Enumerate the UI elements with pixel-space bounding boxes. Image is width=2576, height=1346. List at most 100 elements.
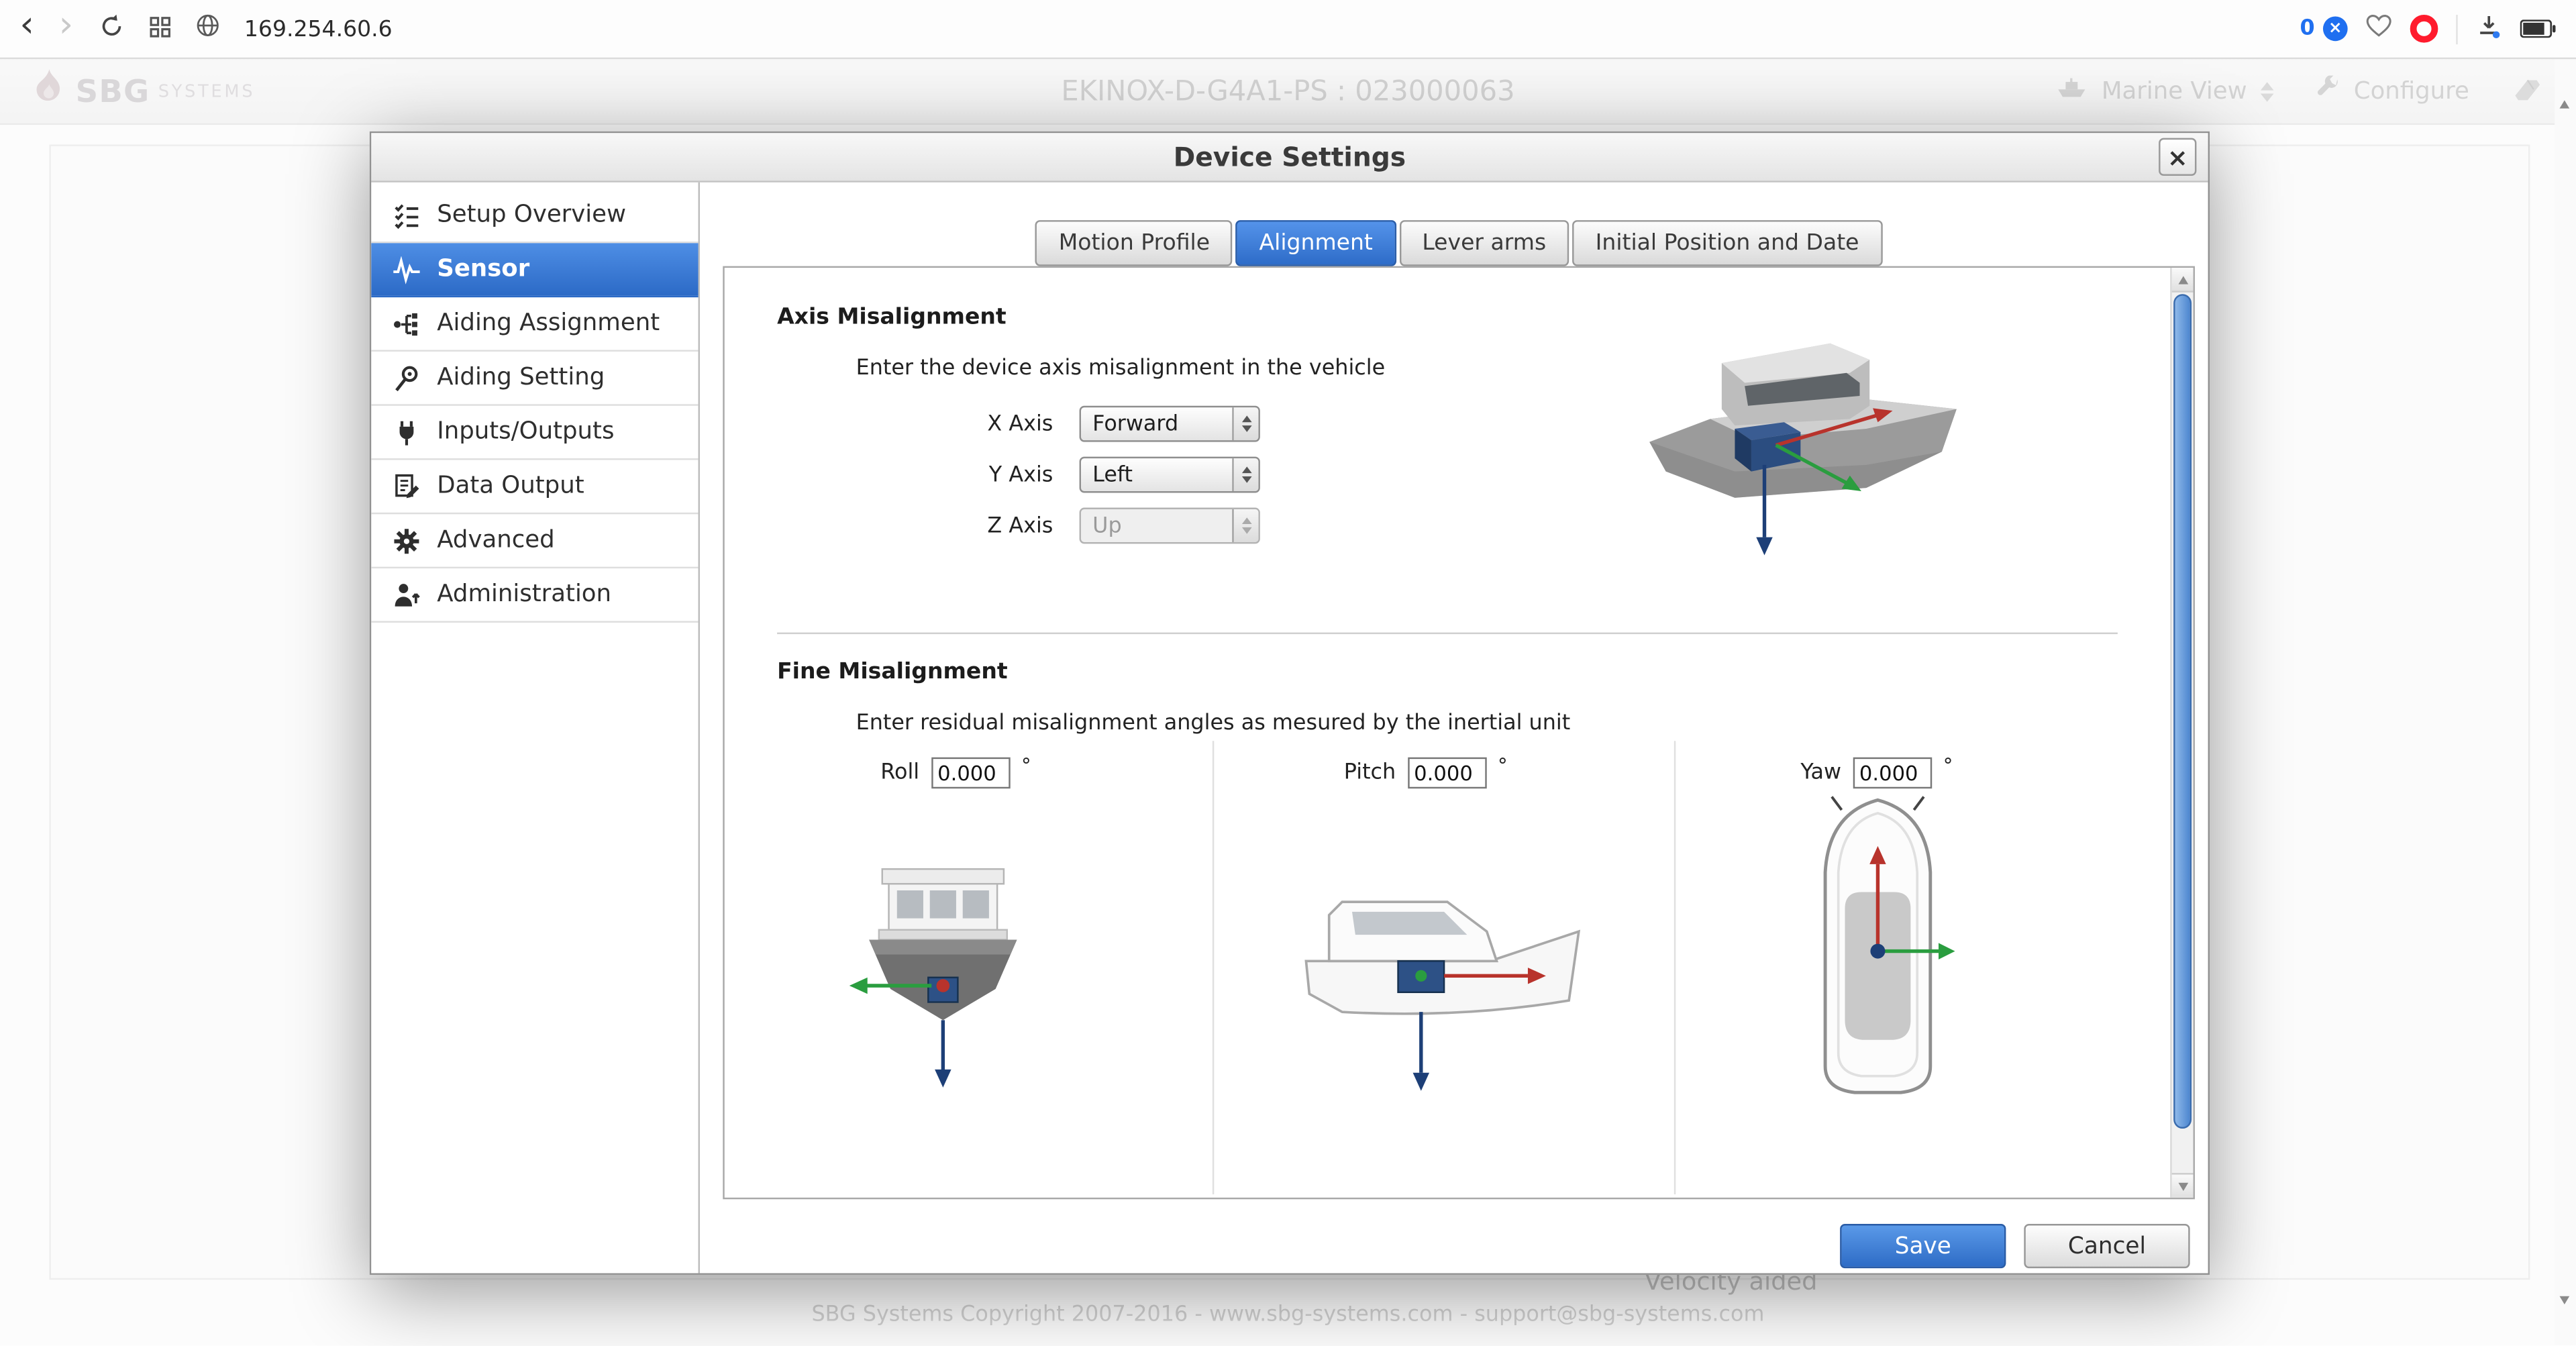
scroll-up-icon[interactable] — [2172, 268, 2194, 293]
sidebar-item-setup-overview[interactable]: Setup Overview — [371, 189, 698, 244]
sidebar-item-label: Aiding Setting — [437, 365, 605, 391]
globe-icon — [195, 13, 219, 45]
sidebar-item-label: Setup Overview — [437, 202, 626, 228]
close-button[interactable]: × — [2159, 138, 2196, 176]
yaw-unit: ° — [1943, 754, 1953, 777]
dialog-actions: Save Cancel — [723, 1224, 2195, 1268]
sidebar-item-aiding-setting[interactable]: Aiding Setting — [371, 352, 698, 406]
tab-initial-position-and-date[interactable]: Initial Position and Date — [1572, 220, 1882, 266]
pitch-field: Pitch ° — [1344, 758, 1508, 789]
sidebar-item-sensor[interactable]: Sensor — [371, 243, 698, 297]
branch-icon — [389, 310, 422, 338]
boat-front-view — [836, 846, 1049, 1099]
fine-misalignment-instruction: Enter residual misalignment angles as me… — [856, 711, 1571, 736]
dialog-titlebar: Device Settings × — [371, 133, 2208, 182]
waveform-icon — [389, 256, 422, 284]
boat-side-view — [1296, 856, 1592, 1109]
boat-top-view — [1796, 790, 1960, 1117]
plug-icon — [389, 418, 422, 446]
sidebar-item-advanced[interactable]: Advanced — [371, 514, 698, 568]
document-edit-icon — [389, 472, 422, 501]
z-axis-row: Z Axis Up — [909, 508, 1260, 544]
save-button[interactable]: Save — [1840, 1224, 2006, 1268]
sidebar-item-label: Data Output — [437, 473, 584, 499]
roll-input[interactable] — [931, 758, 1010, 789]
y-axis-select[interactable]: Left — [1080, 457, 1260, 493]
device-settings-dialog: Device Settings × Setup Overview Sensor — [370, 132, 2210, 1275]
cancel-button[interactable]: Cancel — [2024, 1224, 2189, 1268]
speed-dial-icon[interactable] — [149, 13, 170, 45]
sidebar-item-label: Inputs/Outputs — [437, 419, 614, 445]
yaw-label: Yaw — [1800, 761, 1841, 786]
sidebar-item-label: Administration — [437, 582, 611, 608]
scrollbar-thumb[interactable] — [2173, 294, 2192, 1129]
back-button[interactable]: ‹ — [19, 8, 34, 44]
roll-label: Roll — [880, 761, 919, 786]
tab-motion-profile[interactable]: Motion Profile — [1035, 220, 1233, 266]
axis-rows: X Axis Forward Y Axis Left — [909, 406, 1260, 544]
boat-3d-image — [1620, 314, 1973, 575]
battery-icon[interactable] — [2520, 13, 2557, 45]
column-divider — [1674, 741, 1676, 1194]
gear-icon — [389, 527, 422, 555]
z-axis-stepper — [1232, 509, 1258, 542]
checklist-icon — [389, 201, 422, 229]
download-icon[interactable] — [2476, 12, 2502, 45]
sidebar-item-administration[interactable]: Administration — [371, 568, 698, 623]
section-divider — [777, 633, 2118, 634]
x-axis-row: X Axis Forward — [909, 406, 1260, 442]
sidebar-item-data-output[interactable]: Data Output — [371, 460, 698, 515]
toolbar-separator — [2456, 14, 2457, 44]
browser-right-controls: 0 × — [2300, 12, 2557, 45]
settings-sidebar: Setup Overview Sensor Aiding Assignment — [371, 183, 700, 1274]
axis-misalignment-heading: Axis Misalignment — [777, 304, 1007, 330]
x-axis-select[interactable]: Forward — [1080, 406, 1260, 442]
pitch-label: Pitch — [1344, 761, 1396, 786]
z-axis-select: Up — [1080, 508, 1260, 544]
yaw-field: Yaw ° — [1800, 758, 1953, 789]
user-arrow-icon — [389, 580, 422, 609]
y-axis-row: Y Axis Left — [909, 457, 1260, 493]
y-axis-stepper[interactable] — [1232, 458, 1258, 491]
tab-lever-arms[interactable]: Lever arms — [1399, 220, 1569, 266]
z-axis-value: Up — [1081, 513, 1232, 538]
x-axis-stepper[interactable] — [1232, 407, 1258, 440]
blocker-badge-icon[interactable]: × — [2323, 16, 2348, 41]
sidebar-item-label: Advanced — [437, 527, 554, 554]
roll-unit: ° — [1021, 754, 1031, 777]
yaw-input[interactable] — [1853, 758, 1932, 789]
scroll-up-icon[interactable] — [2560, 69, 2570, 101]
settings-main: Motion Profile Alignment Lever arms Init… — [700, 183, 2208, 1274]
sidebar-item-inputs-outputs[interactable]: Inputs/Outputs — [371, 406, 698, 460]
fine-misalignment-heading: Fine Misalignment — [777, 659, 1008, 685]
axis-misalignment-instruction: Enter the device axis misalignment in th… — [856, 356, 1386, 381]
y-axis-label: Y Axis — [909, 462, 1053, 487]
settings-tabs: Motion Profile Alignment Lever arms Init… — [723, 220, 2195, 266]
pin-icon — [389, 364, 422, 392]
heart-icon[interactable] — [2366, 13, 2392, 45]
pitch-input[interactable] — [1407, 758, 1486, 789]
browser-toolbar: ‹ › 169.254.60.6 0 × — [0, 0, 2576, 59]
x-axis-label: X Axis — [909, 411, 1053, 436]
roll-field: Roll ° — [880, 758, 1031, 789]
tab-alignment[interactable]: Alignment — [1236, 220, 1396, 266]
column-divider — [1213, 741, 1214, 1194]
x-axis-value: Forward — [1081, 411, 1232, 436]
page-scrollbar[interactable] — [2555, 59, 2576, 1346]
pitch-unit: ° — [1498, 754, 1508, 777]
scroll-down-icon[interactable] — [2560, 1305, 2570, 1337]
sidebar-item-label: Sensor — [437, 256, 529, 282]
address-bar[interactable]: 169.254.60.6 — [244, 15, 393, 42]
sidebar-item-label: Aiding Assignment — [437, 311, 660, 337]
z-axis-label: Z Axis — [909, 513, 1053, 538]
refresh-button[interactable] — [98, 12, 124, 45]
y-axis-value: Left — [1081, 462, 1232, 487]
dialog-title: Device Settings — [1174, 142, 1406, 173]
opera-menu-icon[interactable] — [2410, 15, 2438, 43]
sidebar-item-aiding-assignment[interactable]: Aiding Assignment — [371, 297, 698, 352]
panel-scrollbar[interactable] — [2170, 268, 2193, 1198]
dialog-body: Setup Overview Sensor Aiding Assignment — [371, 183, 2208, 1274]
scroll-down-icon[interactable] — [2172, 1173, 2194, 1198]
forward-button[interactable]: › — [59, 8, 74, 44]
blocked-count: 0 — [2300, 16, 2315, 41]
